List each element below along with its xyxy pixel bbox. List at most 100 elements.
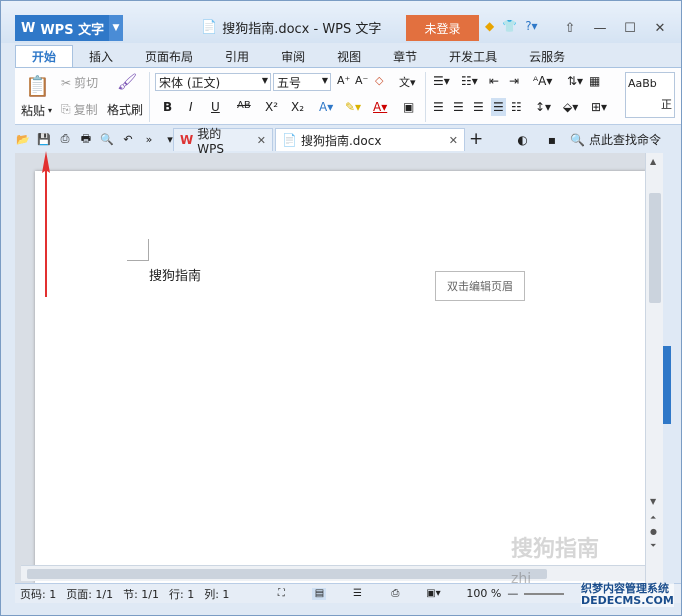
web-view-icon[interactable]: ⎙ — [388, 588, 402, 600]
font-color-icon[interactable]: A▾ — [373, 100, 387, 114]
borders-icon[interactable]: ⊞▾ — [591, 100, 607, 114]
tab-my-wps[interactable]: W 我的WPS ✕ — [173, 127, 273, 156]
tab-section[interactable]: 章节 — [377, 45, 433, 67]
vertical-scrollbar[interactable]: ▲ ▼ ⏶ ● ⏷ — [645, 153, 663, 583]
share-icon[interactable]: ◐ — [517, 133, 527, 147]
cloud-sync-icon[interactable]: ◆ — [485, 18, 494, 34]
grow-font-icon[interactable]: A⁺ — [337, 74, 350, 87]
header-edit-hint[interactable]: 双击编辑页眉 — [435, 271, 525, 301]
minimize-icon[interactable]: — — [585, 15, 615, 41]
cut-button[interactable]: ✂ 剪切 — [61, 74, 98, 91]
comment-icon[interactable]: ▪ — [548, 133, 556, 147]
command-search[interactable]: ◐ ▪ 🔍 点此查找命令 — [517, 131, 661, 148]
skin-icon[interactable]: 👕 — [502, 18, 517, 34]
save-icon[interactable]: 💾 — [36, 131, 52, 147]
horizontal-scrollbar[interactable] — [21, 565, 645, 581]
zoom-out-icon[interactable]: — — [507, 587, 518, 600]
tab-home[interactable]: 开始 — [15, 45, 74, 67]
new-tab-button[interactable]: + — [469, 129, 483, 149]
chevron-down-icon[interactable]: ▼ — [109, 15, 123, 41]
watermark-logo: 搜狗指南 — [511, 537, 600, 562]
fullscreen-icon[interactable]: ⛶ — [274, 588, 288, 600]
tab-references[interactable]: 引用 — [209, 45, 265, 67]
maximize-icon[interactable]: ☐ — [615, 15, 645, 41]
underline-button[interactable]: U — [211, 100, 220, 114]
close-tab-icon[interactable]: ✕ — [257, 134, 266, 147]
scroll-thumb[interactable] — [27, 569, 547, 579]
help-icon[interactable]: ?▾ — [525, 18, 537, 34]
page-view-icon[interactable]: ▤ — [312, 587, 327, 600]
line-spacing-icon[interactable]: ↕▾ — [535, 100, 551, 114]
tab-document[interactable]: 📄 搜狗指南.docx ✕ — [275, 128, 465, 151]
prev-page-icon[interactable]: ⏶ — [650, 513, 656, 523]
align-left-icon[interactable]: ☰ — [433, 100, 444, 114]
side-panel-toggle[interactable] — [663, 346, 671, 424]
restore-toolbar-icon[interactable]: ⇧ — [555, 15, 585, 41]
justify-icon[interactable]: ☰ — [491, 98, 506, 116]
align-center-icon[interactable]: ☰ — [453, 100, 464, 114]
undo-icon[interactable]: ↶ — [120, 131, 136, 147]
format-painter-button[interactable]: 格式刷 — [107, 101, 143, 118]
shading-icon[interactable]: ⬙▾ — [563, 100, 578, 114]
document-text[interactable]: 搜狗指南 — [149, 265, 201, 284]
zoom-slider[interactable] — [524, 592, 565, 595]
bullet-list-icon[interactable]: ☰▾ — [433, 74, 450, 88]
chevron-up-icon[interactable]: ▲ — [650, 157, 656, 166]
chevron-down-icon[interactable]: ▼ — [650, 497, 656, 506]
text-direction-icon[interactable]: ᴬA▾ — [533, 74, 552, 88]
table-icon[interactable]: ▦ — [589, 74, 600, 88]
tab-cloud[interactable]: 云服务 — [513, 45, 581, 67]
app-menu-button[interactable]: W WPS 文字 ▼ — [15, 15, 123, 41]
sort-icon[interactable]: ⇅▾ — [567, 74, 583, 88]
numbered-list-icon[interactable]: ☷▾ — [461, 74, 478, 88]
phonetic-icon[interactable]: 文▾ — [399, 74, 416, 90]
open-folder-icon[interactable]: 📂 — [15, 131, 31, 147]
status-section: 节: 1/1 — [123, 587, 160, 601]
document-workspace: 搜狗指南 双击编辑页眉 — [15, 153, 663, 583]
char-shading-icon[interactable]: ▣ — [403, 100, 414, 114]
zoom-control[interactable]: 100 % — — [466, 587, 565, 600]
wps-logo-icon: W — [21, 20, 36, 36]
export-pdf-icon[interactable]: ⎙ — [57, 131, 73, 147]
text-effect-icon[interactable]: A▾ — [319, 100, 333, 114]
strikethrough-button[interactable]: AB — [237, 100, 251, 111]
tab-review[interactable]: 审阅 — [265, 45, 321, 67]
distributed-icon[interactable]: ☷ — [511, 100, 522, 114]
clear-format-icon[interactable]: ◇ — [375, 74, 383, 87]
superscript-button[interactable]: X² — [265, 100, 278, 114]
align-right-icon[interactable]: ☰ — [473, 100, 484, 114]
tab-document-label: 搜狗指南.docx — [300, 133, 382, 148]
paste-icon[interactable]: 📋 — [25, 74, 50, 98]
reading-view-icon[interactable]: ▣▾ — [426, 588, 440, 600]
tab-developer[interactable]: 开发工具 — [433, 45, 513, 67]
login-button[interactable]: 未登录 — [406, 15, 479, 41]
increase-indent-icon[interactable]: ⇥ — [509, 74, 519, 88]
font-name-select[interactable]: 宋体 (正文) ▼ — [155, 73, 271, 91]
tab-view[interactable]: 视图 — [321, 45, 377, 67]
decrease-indent-icon[interactable]: ⇤ — [489, 74, 499, 88]
print-preview-icon[interactable]: 🔍 — [99, 131, 115, 147]
more-icon[interactable]: » — [141, 131, 157, 147]
print-icon[interactable]: 🖶 — [78, 131, 94, 147]
close-icon[interactable]: ✕ — [645, 15, 675, 41]
select-browse-icon[interactable]: ● — [650, 527, 657, 536]
brush-icon[interactable]: 🖌 — [117, 72, 137, 91]
tab-insert[interactable]: 插入 — [73, 45, 129, 67]
close-tab-icon[interactable]: ✕ — [449, 134, 458, 147]
paste-button[interactable]: 粘贴 ▾ — [21, 102, 52, 119]
tab-page-layout[interactable]: 页面布局 — [129, 45, 209, 67]
subscript-button[interactable]: X₂ — [291, 100, 304, 114]
document-page[interactable]: 搜狗指南 双击编辑页眉 — [35, 171, 647, 583]
outline-view-icon[interactable]: ☰ — [350, 588, 364, 600]
highlight-icon[interactable]: ✎▾ — [345, 100, 361, 114]
shrink-font-icon[interactable]: A⁻ — [355, 74, 368, 87]
style-gallery[interactable]: AaBb 正 — [625, 72, 675, 118]
italic-button[interactable]: I — [189, 100, 193, 114]
scroll-thumb[interactable] — [649, 193, 661, 303]
font-size-select[interactable]: 五号 ▼ — [273, 73, 331, 91]
bold-button[interactable]: B — [163, 100, 172, 114]
copy-button[interactable]: ⎘ 复制 — [61, 101, 98, 118]
watermark-text: zhi — [511, 571, 532, 587]
red-arrow-annotation — [42, 151, 50, 297]
next-page-icon[interactable]: ⏷ — [650, 541, 656, 551]
